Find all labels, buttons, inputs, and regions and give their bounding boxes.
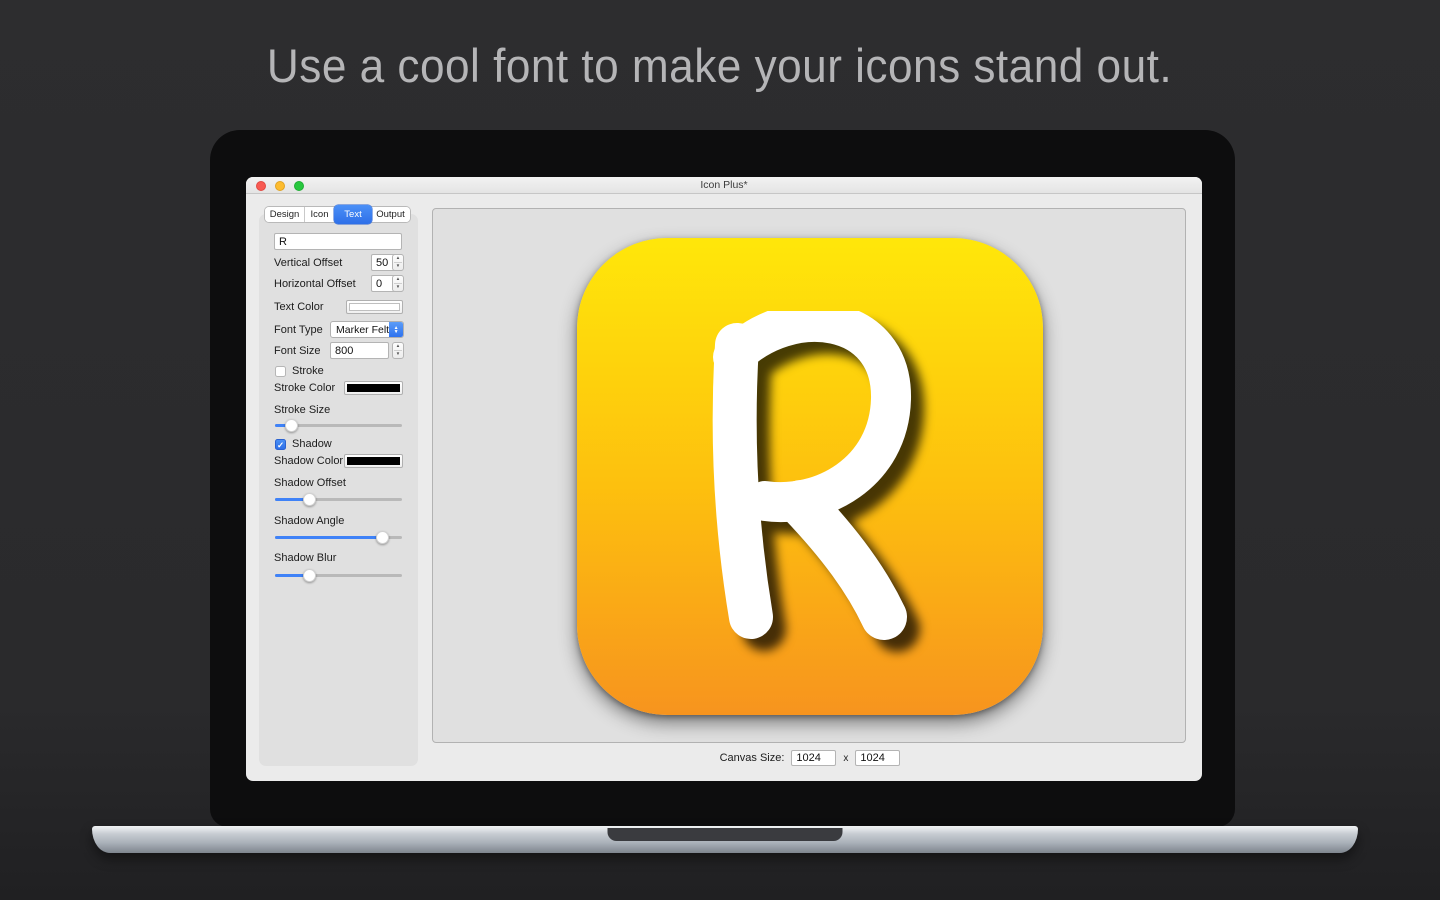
stepper-down-icon[interactable]: ▼	[396, 351, 400, 357]
laptop-screen-bezel: Icon Plus* Design Icon Text Output Verti…	[210, 130, 1235, 827]
canvas-width-field[interactable]	[791, 750, 837, 766]
stroke-color-label: Stroke Color	[274, 382, 336, 394]
text-color-swatch	[349, 303, 400, 311]
tab-text[interactable]: Text	[334, 205, 372, 224]
slider-fill	[275, 536, 383, 539]
canvas-size-label: Canvas Size:	[719, 752, 785, 764]
shadow-offset-slider[interactable]	[275, 493, 402, 506]
tab-icon[interactable]: Icon	[305, 207, 335, 222]
traffic-lights	[256, 181, 304, 191]
font-size-stepper[interactable]: ▲ ▼	[392, 342, 404, 359]
slider-thumb[interactable]	[376, 531, 390, 544]
font-size-field[interactable]	[330, 342, 389, 359]
font-type-value: Marker Felt	[336, 323, 390, 336]
text-color-well[interactable]	[346, 300, 403, 314]
vertical-offset-label: Vertical Offset	[274, 256, 343, 269]
shadow-color-swatch	[347, 457, 400, 465]
stepper-down-icon[interactable]: ▼	[396, 263, 400, 269]
shadow-angle-slider[interactable]	[275, 531, 402, 544]
text-color-label: Text Color	[274, 301, 324, 313]
popup-chevrons-icon: ▲ ▼	[389, 322, 403, 337]
vertical-offset-stepper[interactable]: ▲ ▼	[392, 254, 404, 271]
window-title: Icon Plus*	[700, 179, 748, 191]
shadow-checkbox-label: Shadow	[292, 438, 332, 450]
stepper-down-icon[interactable]: ▼	[396, 284, 400, 290]
app-window: Icon Plus* Design Icon Text Output Verti…	[246, 177, 1202, 781]
stepper-up-icon[interactable]: ▲	[396, 255, 400, 261]
sidebar-panel: Vertical Offset ▲▼ Horizontal Offset ▲▼ …	[259, 214, 418, 766]
horizontal-offset-stepper[interactable]: ▲ ▼	[392, 275, 404, 292]
stroke-size-slider[interactable]	[275, 419, 402, 432]
stroke-checkbox[interactable]	[275, 365, 286, 377]
close-window-button[interactable]	[256, 181, 266, 191]
icon-text-input[interactable]	[274, 233, 402, 250]
mode-tabs: Design Icon Text Output	[264, 205, 411, 224]
laptop-base-notch	[607, 828, 843, 841]
tab-output[interactable]: Output	[371, 207, 410, 222]
zoom-window-button[interactable]	[294, 181, 304, 191]
canvas-size-bar: Canvas Size: x	[432, 748, 1188, 768]
canvas-height-field[interactable]	[855, 750, 901, 766]
slide-headline: Use a cool font to make your icons stand…	[267, 39, 1173, 92]
window-titlebar: Icon Plus*	[246, 177, 1202, 194]
stroke-color-well[interactable]	[344, 381, 403, 395]
shadow-color-label: Shadow Color	[274, 455, 344, 467]
preview-letter-R	[712, 310, 912, 640]
stepper-up-icon[interactable]: ▲	[396, 343, 400, 349]
stroke-color-swatch	[347, 384, 400, 392]
stroke-size-label: Stroke Size	[274, 404, 331, 416]
slider-thumb[interactable]	[285, 419, 298, 432]
minimize-window-button[interactable]	[275, 181, 285, 191]
stroke-checkbox-label: Stroke	[292, 365, 324, 377]
preview-canvas	[432, 208, 1186, 743]
shadow-offset-label: Shadow Offset	[274, 477, 346, 489]
shadow-angle-label: Shadow Angle	[274, 515, 345, 527]
icon-preview	[577, 238, 1043, 715]
shadow-color-well[interactable]	[344, 454, 403, 468]
canvas-size-separator: x	[843, 752, 849, 764]
shadow-checkbox[interactable]: ✓	[275, 438, 286, 450]
laptop-base	[92, 826, 1358, 853]
shadow-blur-slider[interactable]	[275, 569, 402, 582]
slider-thumb[interactable]	[302, 569, 316, 582]
shadow-blur-label: Shadow Blur	[274, 552, 337, 564]
tab-design[interactable]: Design	[265, 207, 305, 222]
font-size-label: Font Size	[274, 344, 321, 357]
horizontal-offset-label: Horizontal Offset	[274, 277, 356, 290]
font-type-label: Font Type	[274, 323, 323, 336]
slider-thumb[interactable]	[302, 493, 316, 506]
stepper-up-icon[interactable]: ▲	[396, 276, 400, 282]
font-type-dropdown[interactable]: Marker Felt ▲ ▼	[330, 321, 404, 338]
